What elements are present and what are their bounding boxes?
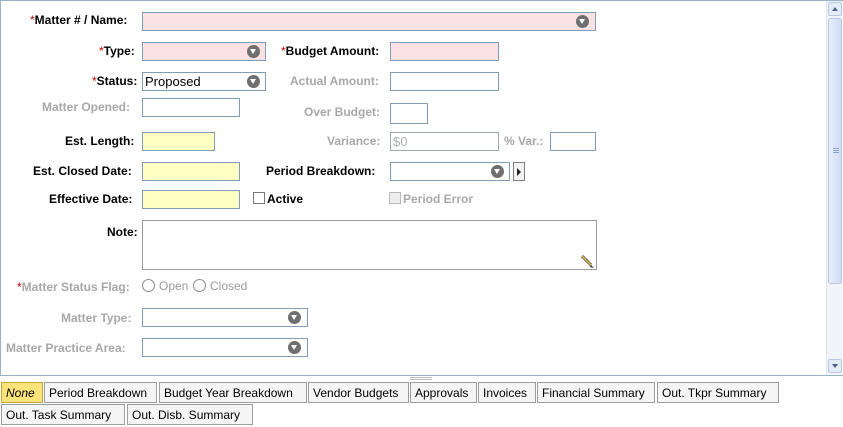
matter-type-label: Matter Type: (61, 311, 132, 325)
tab-out-tkpr-summary[interactable]: Out. Tkpr Summary (657, 382, 779, 403)
note-label: Note: (107, 225, 138, 239)
matter-opened-input[interactable] (142, 98, 240, 117)
chevron-down-icon (491, 165, 504, 178)
status-flag-closed-radio[interactable] (193, 279, 206, 292)
scroll-thumb[interactable] (828, 18, 842, 284)
pct-var-input[interactable] (550, 132, 596, 151)
grip-line (833, 150, 839, 151)
est-length-label: Est. Length: (65, 134, 135, 148)
actual-amount-label: Actual Amount: (290, 74, 379, 88)
budget-amount-label: *Budget Amount: (281, 44, 380, 58)
period-breakdown-select[interactable] (390, 162, 510, 181)
period-error-checkbox (389, 192, 401, 204)
scroll-up-arrow-icon[interactable] (828, 2, 842, 16)
matter-practice-area-label: Matter Practice Area: (6, 341, 126, 355)
tab-financial-summary[interactable]: Financial Summary (537, 382, 655, 403)
est-closed-date-input[interactable] (142, 162, 240, 181)
grip-line (833, 152, 839, 153)
chevron-down-icon (576, 15, 589, 28)
period-breakdown-dropdown-button[interactable] (488, 164, 508, 179)
tab-approvals[interactable]: Approvals (410, 382, 477, 403)
tab-none[interactable]: None (1, 382, 43, 403)
chevron-down-icon (247, 45, 260, 58)
vertical-scrollbar[interactable] (826, 1, 842, 375)
budget-amount-input[interactable] (390, 42, 499, 61)
tab-budget-year-breakdown[interactable]: Budget Year Breakdown (159, 382, 307, 403)
effective-date-label: Effective Date: (49, 192, 133, 206)
status-dropdown-button[interactable] (244, 74, 264, 89)
est-length-input[interactable] (142, 132, 215, 151)
tab-invoices[interactable]: Invoices (478, 382, 536, 403)
pct-var-label: % Var.: (504, 134, 544, 148)
panel-splitter-handle[interactable] (410, 377, 432, 380)
est-closed-date-label: Est. Closed Date: (33, 164, 132, 178)
matter-practice-area-select[interactable] (142, 338, 308, 357)
status-flag-open-radio[interactable] (142, 279, 155, 292)
variance-input: $0 (390, 132, 499, 151)
status-label: *Status: (92, 74, 138, 88)
tab-out-disb-summary[interactable]: Out. Disb. Summary (127, 404, 253, 425)
status-flag-open-label: Open (159, 279, 189, 293)
matter-name-label: *Matter # / Name: (30, 13, 128, 27)
over-budget-label: Over Budget: (304, 105, 381, 119)
tab-period-breakdown[interactable]: Period Breakdown (44, 382, 157, 403)
chevron-down-icon (247, 75, 260, 88)
matter-practice-area-dropdown-button[interactable] (285, 340, 305, 355)
matter-type-select[interactable] (142, 308, 308, 327)
type-select[interactable] (142, 42, 266, 61)
period-breakdown-label: Period Breakdown: (266, 164, 376, 178)
matter-name-dropdown-button[interactable] (573, 14, 593, 29)
type-dropdown-button[interactable] (244, 44, 264, 59)
note-textarea[interactable] (142, 220, 597, 270)
over-budget-input[interactable] (390, 103, 428, 124)
pencil-icon[interactable] (580, 254, 594, 268)
matter-opened-label: Matter Opened: (42, 100, 131, 114)
active-checkbox[interactable] (253, 192, 265, 204)
period-breakdown-expand-button[interactable] (513, 162, 525, 181)
status-flag-closed-label: Closed (210, 279, 248, 293)
status-select[interactable]: Proposed (142, 72, 266, 91)
chevron-down-icon (288, 311, 301, 324)
variance-label: Variance: (327, 134, 381, 148)
active-label: Active (267, 192, 304, 206)
matter-type-dropdown-button[interactable] (285, 310, 305, 325)
tab-out-task-summary[interactable]: Out. Task Summary (1, 404, 125, 425)
tab-vendor-budgets[interactable]: Vendor Budgets (308, 382, 409, 403)
grip-line (833, 148, 839, 149)
scroll-down-arrow-icon[interactable] (828, 359, 842, 373)
type-label: *Type: (99, 44, 135, 58)
actual-amount-input[interactable] (390, 72, 499, 91)
effective-date-input[interactable] (142, 190, 240, 209)
matter-name-field[interactable] (142, 12, 596, 31)
matter-status-flag-label: *Matter Status Flag: (17, 280, 130, 294)
period-error-label: Period Error (403, 192, 474, 206)
chevron-down-icon (288, 341, 301, 354)
